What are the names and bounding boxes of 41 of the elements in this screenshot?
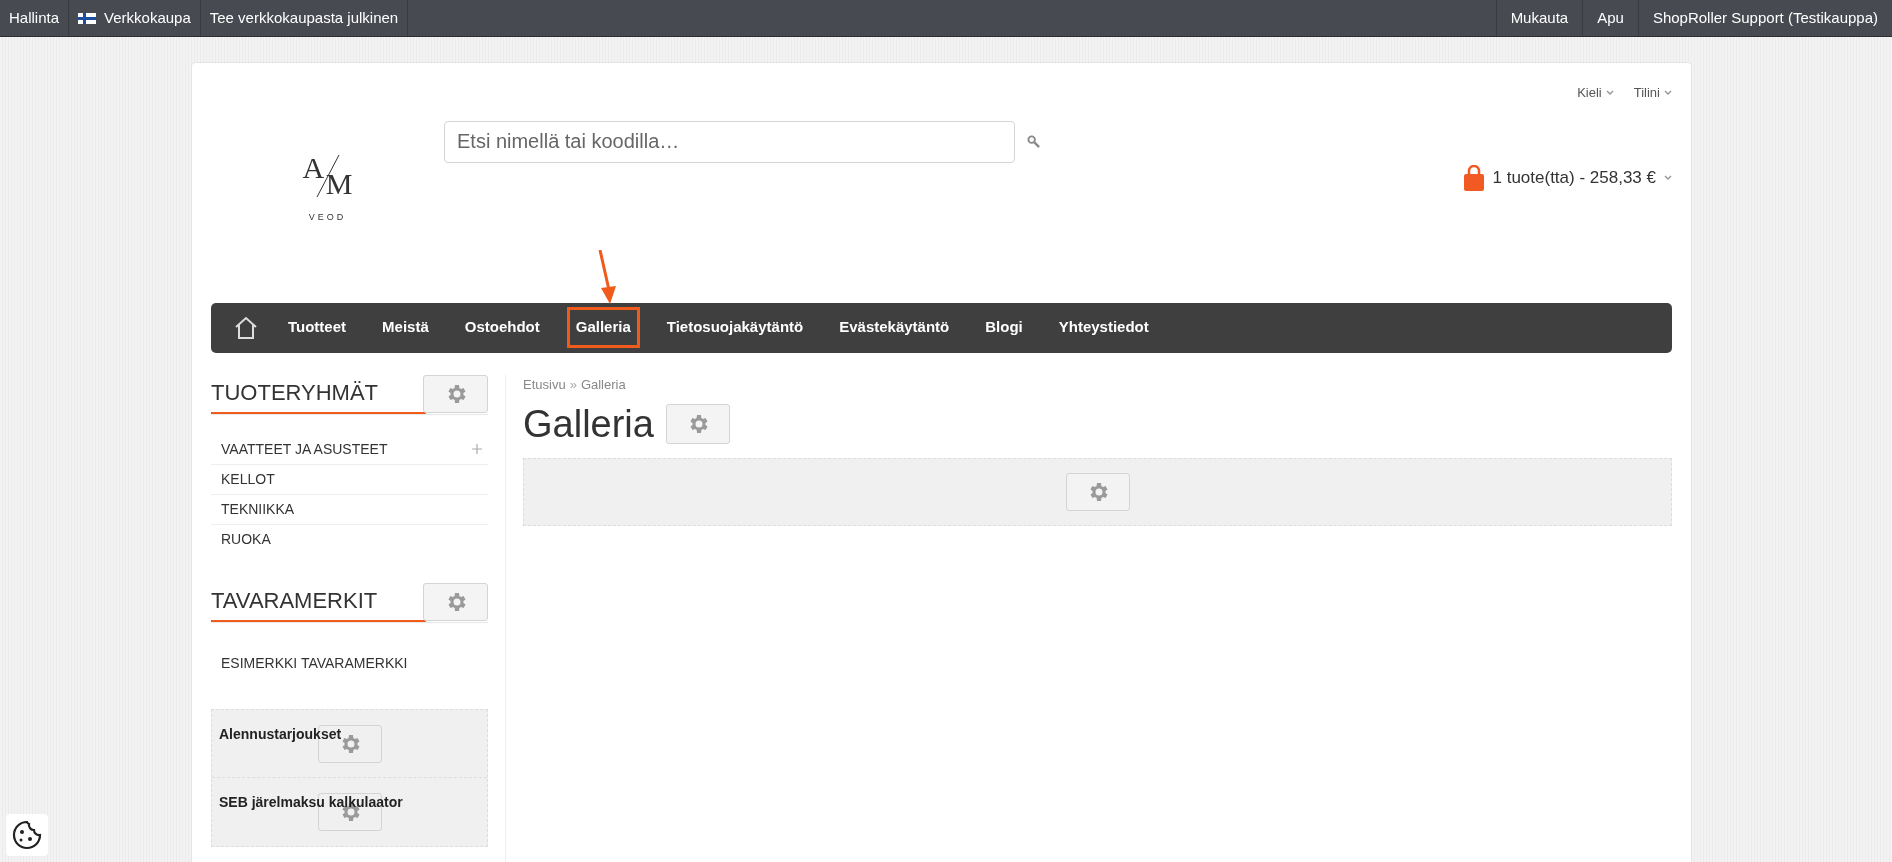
category-link[interactable]: RUOKA xyxy=(211,524,488,555)
category-link[interactable]: TEKNIIKKA xyxy=(211,494,488,525)
cart-link[interactable]: 1 tuote(tta) - 258,33 € xyxy=(1462,164,1672,191)
admin-bar-link[interactable]: Tee verkkokaupasta julkinen xyxy=(200,0,409,36)
admin-bar-link[interactable]: Hallinta xyxy=(0,0,70,36)
flag-icon xyxy=(78,12,97,24)
chevron-icon xyxy=(1664,174,1672,181)
nav-tab[interactable]: Tietosuojakäytäntö xyxy=(657,307,813,348)
admin-bar-link[interactable]: Mukauta xyxy=(1495,0,1583,36)
cookie-settings-button[interactable] xyxy=(6,814,48,856)
nav-tab[interactable]: Meistä xyxy=(373,307,438,348)
search-icon[interactable] xyxy=(1027,134,1040,148)
cookie-icon xyxy=(11,819,43,851)
pointer-arrow xyxy=(596,250,617,305)
admin-bar-link[interactable]: ShopRoller Support (Testikauppa) xyxy=(1637,0,1892,36)
breadcrumb-link[interactable]: Etusivu xyxy=(523,374,566,394)
dropdown-link[interactable]: Kieli xyxy=(1577,83,1614,103)
home-icon[interactable] xyxy=(233,314,259,341)
widget-title: SEB järelmaksu kalkulaator xyxy=(219,793,403,810)
category-link[interactable]: KELLOT xyxy=(211,464,488,495)
plus-icon[interactable] xyxy=(472,444,482,454)
logo: AM VEOD xyxy=(301,149,354,224)
nav-tab[interactable]: Blogi xyxy=(976,307,1032,348)
section-heading: TAVARAMERKIT xyxy=(211,586,378,615)
chevron-icon xyxy=(1664,89,1672,96)
section-heading: TUOTERYHMÄT xyxy=(211,378,379,407)
nav-tab[interactable]: Evästekäytäntö xyxy=(830,307,959,348)
chevron-icon xyxy=(1605,89,1614,96)
breadcrumb-current: Galleria xyxy=(580,375,626,394)
nav-tab[interactable]: Tuotteet xyxy=(279,307,356,348)
admin-bar-link[interactable]: Apu xyxy=(1582,0,1638,36)
page-title: Galleria xyxy=(523,402,654,447)
breadcrumb-separator: » xyxy=(569,375,577,394)
search-field[interactable]: Etsi nimellä tai koodilla… xyxy=(444,120,1015,163)
widget-title: Alennustarjoukset xyxy=(219,725,342,742)
admin-bar-link[interactable]: Verkkokaupa xyxy=(69,0,201,36)
dropdown-link[interactable]: Tilini xyxy=(1633,83,1672,103)
nav-tab[interactable]: Yhteystiedot xyxy=(1049,307,1158,348)
nav-tab[interactable]: Ostoehdot xyxy=(455,307,549,348)
category-link[interactable]: VAATTEET JA ASUSTEET xyxy=(211,434,488,465)
category-link[interactable]: ESIMERKKI TAVARAMERKKI xyxy=(211,648,488,679)
